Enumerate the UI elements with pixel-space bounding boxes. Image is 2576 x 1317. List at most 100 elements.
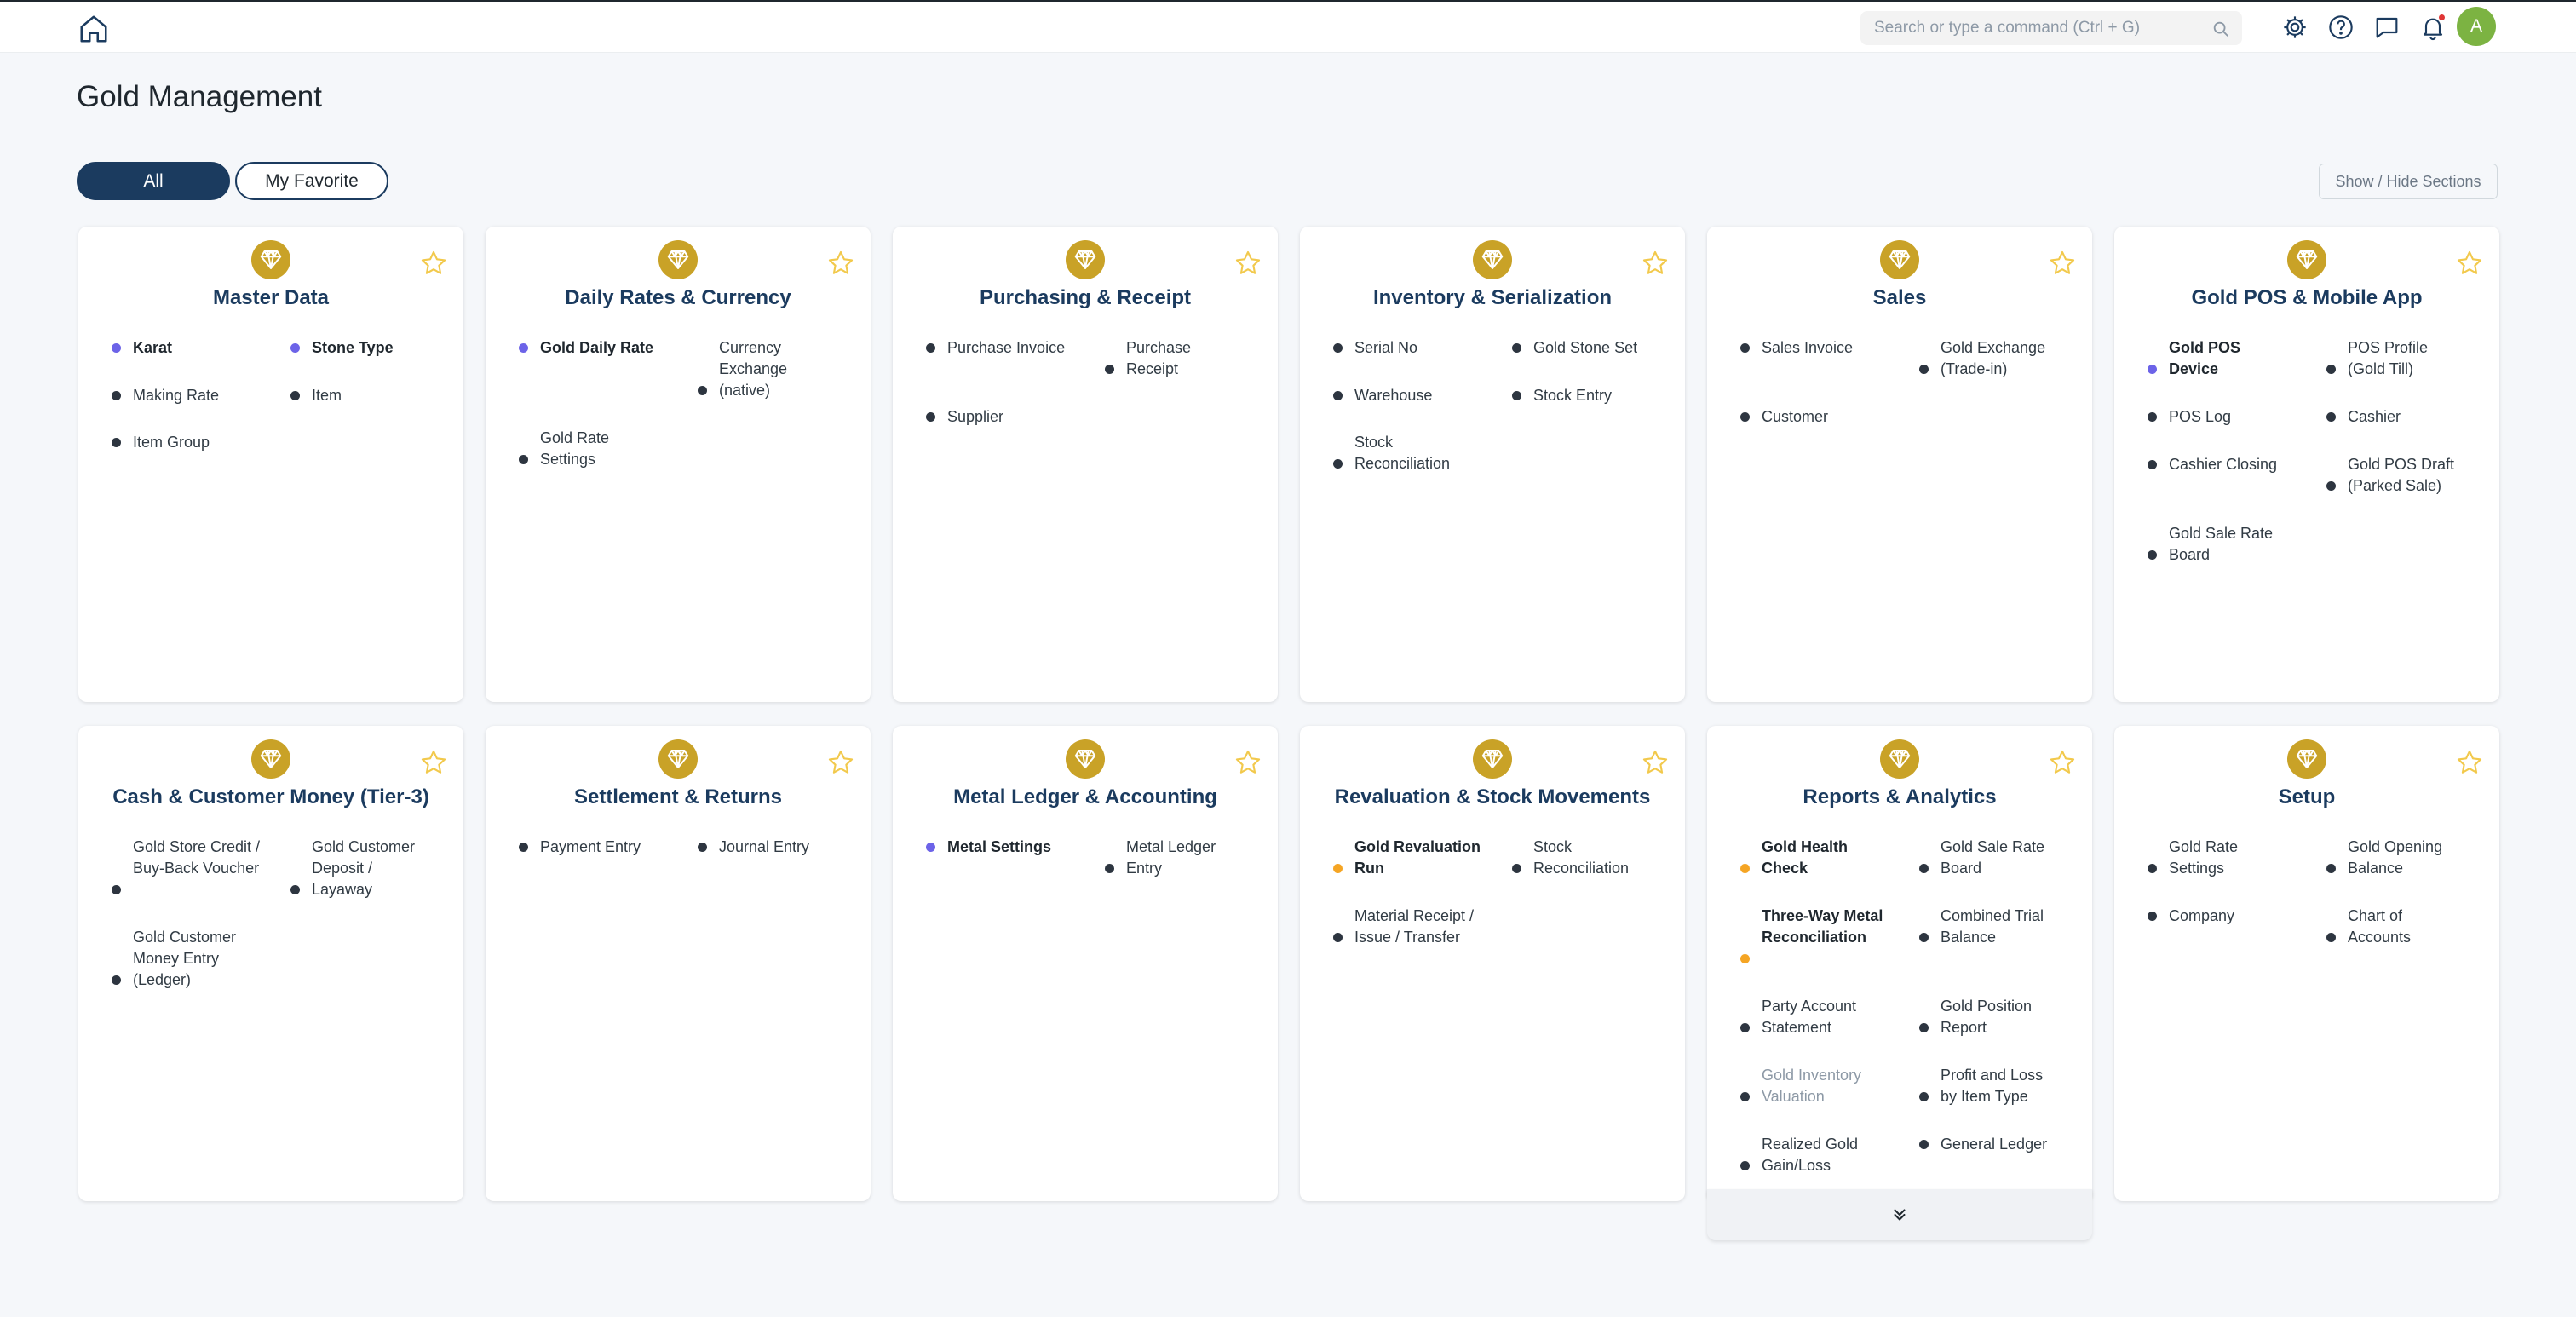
card-cash-customer-money: Cash & Customer Money (Tier-3) Gold Stor… — [78, 726, 463, 1201]
link-gold-customer-deposit[interactable]: Gold Customer Deposit / Layaway — [290, 837, 431, 900]
link-stock-entry[interactable]: Stock Entry — [1512, 385, 1682, 406]
user-avatar[interactable]: A — [2457, 7, 2496, 46]
link-gold-pos-draft[interactable]: Gold POS Draft (Parked Sale) — [2326, 454, 2475, 497]
link-material-receipt-issue-transfer[interactable]: Material Receipt / Issue / Transfer — [1333, 906, 1491, 948]
link-gold-customer-money-entry[interactable]: Gold Customer Money Entry (Ledger) — [112, 927, 252, 991]
help-icon[interactable] — [2326, 12, 2356, 43]
link-cashier[interactable]: Cashier — [2326, 406, 2497, 428]
link-cashier-closing[interactable]: Cashier Closing — [2148, 454, 2318, 475]
link-purchase-receipt[interactable]: Purchase Receipt — [1105, 337, 1228, 380]
card-metal-ledger-accounting: Metal Ledger & Accounting Metal Settings… — [893, 726, 1278, 1201]
card-revaluation-stock-movements: Revaluation & Stock Movements Gold Reval… — [1300, 726, 1685, 1201]
filter-my-favorite-button[interactable]: My Favorite — [235, 162, 388, 200]
link-journal-entry[interactable]: Journal Entry — [698, 837, 868, 858]
favorite-star-icon[interactable] — [2455, 748, 2484, 777]
link-general-ledger[interactable]: General Ledger — [1919, 1134, 2090, 1155]
link-metal-ledger-entry[interactable]: Metal Ledger Entry — [1105, 837, 1237, 879]
favorite-star-icon[interactable] — [1641, 249, 1670, 278]
link-gold-inventory-valuation[interactable]: Gold Inventory Valuation — [1740, 1065, 1881, 1107]
favorite-star-icon[interactable] — [2455, 249, 2484, 278]
diamond-icon — [658, 739, 698, 779]
link-karat[interactable]: Karat — [112, 337, 282, 359]
link-stock-reconciliation[interactable]: Stock Reconciliation — [1333, 432, 1474, 474]
link-gold-sale-rate-board[interactable]: Gold Sale Rate Board — [2148, 523, 2288, 566]
favorite-star-icon[interactable] — [419, 249, 448, 278]
diamond-icon — [251, 240, 290, 279]
link-currency-exchange[interactable]: Currency Exchange (native) — [698, 337, 838, 401]
link-making-rate[interactable]: Making Rate — [112, 385, 282, 406]
double-chevron-down-icon — [1894, 1209, 1906, 1221]
link-gold-sale-rate-board[interactable]: Gold Sale Rate Board — [1919, 837, 2060, 879]
favorite-star-icon[interactable] — [2048, 249, 2077, 278]
navbar: A — [0, 0, 2576, 53]
link-gold-store-credit[interactable]: Gold Store Credit / Buy-Back Voucher — [112, 837, 269, 894]
diamond-icon — [1473, 240, 1512, 279]
card-daily-rates-currency: Daily Rates & Currency Gold Daily Rate C… — [486, 227, 871, 702]
link-customer[interactable]: Customer — [1740, 406, 1911, 428]
home-icon[interactable] — [77, 12, 111, 46]
link-gold-opening-balance[interactable]: Gold Opening Balance — [2326, 837, 2467, 879]
link-pos-log[interactable]: POS Log — [2148, 406, 2318, 428]
notification-bell-icon[interactable] — [2418, 12, 2448, 43]
link-three-way-metal-reconciliation[interactable]: Three-Way Metal Reconciliation — [1740, 906, 1889, 963]
favorite-star-icon[interactable] — [419, 748, 448, 777]
link-gold-revaluation-run[interactable]: Gold Revaluation Run — [1333, 837, 1491, 879]
link-sales-invoice[interactable]: Sales Invoice — [1740, 337, 1911, 359]
link-chart-of-accounts[interactable]: Chart of Accounts — [2326, 906, 2450, 948]
diamond-icon — [251, 739, 290, 779]
link-gold-health-check[interactable]: Gold Health Check — [1740, 837, 1872, 879]
card-reports-analytics: Reports & Analytics Gold Health Check Go… — [1707, 726, 2092, 1198]
link-profit-and-loss-by-item-type[interactable]: Profit and Loss by Item Type — [1919, 1065, 2060, 1107]
diamond-icon — [1066, 739, 1105, 779]
link-serial-no[interactable]: Serial No — [1333, 337, 1504, 359]
link-item[interactable]: Item — [290, 385, 461, 406]
link-payment-entry[interactable]: Payment Entry — [519, 837, 689, 858]
page-title: Gold Management — [77, 80, 322, 113]
link-gold-rate-settings[interactable]: Gold Rate Settings — [519, 428, 659, 470]
diamond-icon — [1880, 739, 1919, 779]
link-purchase-invoice[interactable]: Purchase Invoice — [926, 337, 1096, 359]
link-realized-gold-gain-loss[interactable]: Realized Gold Gain/Loss — [1740, 1134, 1881, 1176]
favorite-star-icon[interactable] — [2048, 748, 2077, 777]
chat-icon[interactable] — [2372, 12, 2402, 43]
link-gold-exchange[interactable]: Gold Exchange (Trade-in) — [1919, 337, 2068, 380]
expand-card-button[interactable] — [1707, 1189, 2092, 1240]
favorite-star-icon[interactable] — [826, 249, 855, 278]
link-stone-type[interactable]: Stone Type — [290, 337, 461, 359]
card-title: Daily Rates & Currency — [565, 286, 791, 309]
link-party-account-statement[interactable]: Party Account Statement — [1740, 996, 1881, 1038]
search-icon — [2213, 21, 2228, 37]
card-master-data: Master Data Karat Stone Type Making Rate… — [78, 227, 463, 702]
favorite-star-icon[interactable] — [826, 748, 855, 777]
link-metal-settings[interactable]: Metal Settings — [926, 837, 1096, 858]
show-hide-sections-button[interactable]: Show / Hide Sections — [2319, 164, 2498, 199]
search-bar[interactable] — [1860, 11, 2242, 45]
card-title: Settlement & Returns — [573, 785, 783, 808]
card-sales: Sales Sales Invoice Gold Exchange (Trade… — [1707, 227, 2092, 702]
link-company[interactable]: Company — [2148, 906, 2318, 927]
link-gold-rate-settings[interactable]: Gold Rate Settings — [2148, 837, 2271, 879]
link-gold-position-report[interactable]: Gold Position Report — [1919, 996, 2051, 1038]
link-combined-trial-balance[interactable]: Combined Trial Balance — [1919, 906, 2060, 948]
link-warehouse[interactable]: Warehouse — [1333, 385, 1504, 406]
favorite-star-icon[interactable] — [1233, 748, 1262, 777]
card-title: Metal Ledger & Accounting — [953, 785, 1217, 808]
favorite-star-icon[interactable] — [1641, 748, 1670, 777]
link-supplier[interactable]: Supplier — [926, 406, 1096, 428]
link-pos-profile[interactable]: POS Profile (Gold Till) — [2326, 337, 2458, 380]
link-stock-reconciliation[interactable]: Stock Reconciliation — [1512, 837, 1653, 879]
link-gold-stone-set[interactable]: Gold Stone Set — [1512, 337, 1682, 359]
card-gold-pos-mobile-app: Gold POS & Mobile App Gold POS Device PO… — [2114, 227, 2499, 702]
link-gold-pos-device[interactable]: Gold POS Device — [2148, 337, 2263, 380]
favorite-star-icon[interactable] — [1233, 249, 1262, 278]
filter-all-button[interactable]: All — [77, 162, 230, 200]
link-item-group[interactable]: Item Group — [112, 432, 282, 453]
search-input[interactable] — [1860, 11, 2242, 45]
card-purchasing-receipt: Purchasing & Receipt Purchase Invoice Pu… — [893, 227, 1278, 702]
link-gold-daily-rate[interactable]: Gold Daily Rate — [519, 337, 689, 359]
card-title: Reports & Analytics — [1803, 785, 1997, 808]
page-head: Gold Management — [0, 53, 2576, 141]
settings-gear-icon[interactable] — [2280, 12, 2310, 43]
card-title: Gold POS & Mobile App — [2191, 286, 2423, 309]
diamond-icon — [1066, 240, 1105, 279]
